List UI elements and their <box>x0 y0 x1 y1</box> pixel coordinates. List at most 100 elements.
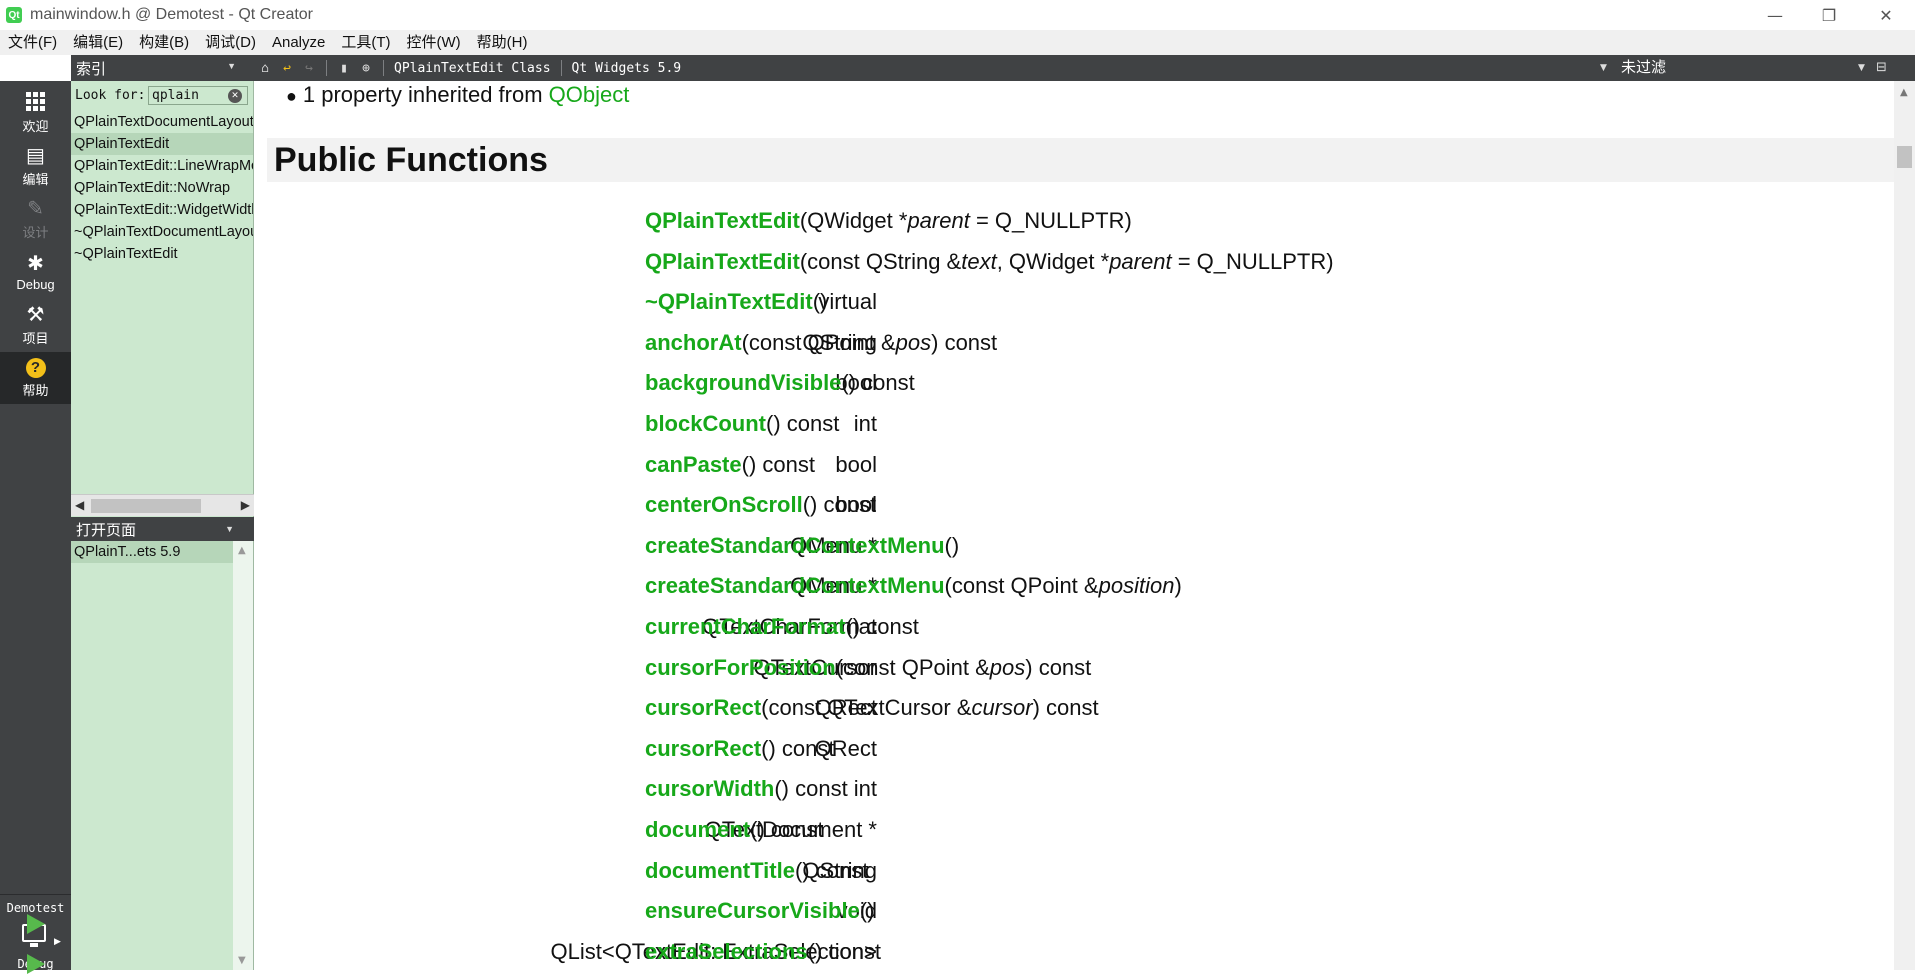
scrollbar-thumb[interactable] <box>91 499 201 513</box>
forward-arrow-icon[interactable]: ↪ <box>298 61 320 76</box>
scrollbar-thumb[interactable] <box>1897 146 1912 168</box>
menu-file[interactable]: 文件(F) <box>0 30 65 55</box>
mode-projects[interactable]: ⚒ 项目 <box>0 299 71 351</box>
split-sidebar-button[interactable] <box>226 55 254 81</box>
index-list: QPlainTextDocumentLayout QPlainTextEdit QP… <box>71 111 253 494</box>
function-name-link[interactable]: createStandardContextMenu <box>645 533 945 558</box>
function-signature: anchorAt(const QPoint &pos) const <box>645 330 997 356</box>
function-signature: createStandardContextMenu() <box>645 533 959 559</box>
filter-combo[interactable]: 未过滤 <box>1621 55 1666 81</box>
scroll-up-icon[interactable]: ▲ <box>1900 87 1908 98</box>
menu-analyze[interactable]: Analyze <box>264 30 333 55</box>
function-name-link[interactable]: extraSelections <box>645 939 808 964</box>
mode-design[interactable]: ✎ 设计 <box>0 193 71 245</box>
kit-selector-arrow-icon[interactable]: ▶ <box>54 937 61 947</box>
home-icon[interactable]: ⌂ <box>254 61 276 76</box>
function-name-link[interactable]: blockCount <box>645 411 766 436</box>
mode-debug[interactable]: ✱ Debug <box>0 246 71 298</box>
menu-build[interactable]: 构建(B) <box>131 30 197 55</box>
function-name-link[interactable]: ensureCursorVisible <box>645 898 860 923</box>
signature-text: ) const <box>1032 695 1099 721</box>
function-name-link[interactable]: currentCharFormat <box>645 614 845 639</box>
return-type: int <box>853 776 877 802</box>
signature-text: (const QString & <box>799 248 962 274</box>
function-name-link[interactable]: backgroundVisible <box>645 370 841 395</box>
mode-edit[interactable]: ▤ 编辑 <box>0 140 71 192</box>
function-name-link[interactable]: centerOnScroll <box>645 492 803 517</box>
menu-edit[interactable]: 编辑(E) <box>65 30 131 55</box>
vertical-scrollbar[interactable]: ▲ ▼ <box>233 541 253 970</box>
clear-icon[interactable]: ✕ <box>228 89 242 103</box>
index-item[interactable]: QPlainTextEdit::WidgetWidth <box>71 199 253 221</box>
sidebar-header-label: 索引 <box>76 60 107 78</box>
mode-help[interactable]: ? 帮助 <box>0 352 71 404</box>
function-name-link[interactable]: document <box>645 817 750 842</box>
menu-help[interactable]: 帮助(H) <box>469 30 536 55</box>
function-row: bool backgroundVisible() const <box>254 361 1894 402</box>
back-arrow-icon[interactable]: ↩ <box>276 61 298 76</box>
open-page-item[interactable]: QPlainT...ets 5.9 <box>71 541 233 563</box>
function-signature: document() const <box>645 817 823 843</box>
function-row: QRect cursorRect(const QTextCursor &curso… <box>254 686 1894 727</box>
split-view-icon[interactable]: ⊟ <box>1876 55 1887 81</box>
signature-text: (const QPoint & <box>944 573 1099 599</box>
menu-debug[interactable]: 调试(D) <box>197 30 264 55</box>
function-name-link[interactable]: QPlainTextEdit <box>645 249 800 274</box>
mode-label: 项目 <box>22 330 49 346</box>
run-button[interactable] <box>27 914 45 934</box>
signature-text: (const QTextCursor & <box>761 695 972 721</box>
globe-icon[interactable]: ⊕ <box>355 61 377 76</box>
chevron-down-icon[interactable]: ▼ <box>1858 55 1865 81</box>
function-name-link[interactable]: cursorWidth <box>645 776 774 801</box>
function-name-link[interactable]: ~QPlainTextEdit <box>645 289 813 314</box>
horizontal-scrollbar[interactable]: ◀ ▶ <box>71 494 254 516</box>
signature-text: (const QPoint & <box>741 329 896 355</box>
function-name-link[interactable]: cursorRect <box>645 736 761 761</box>
index-item[interactable]: QPlainTextEdit <box>71 133 253 155</box>
signature-text: () <box>859 898 875 924</box>
bookmark-icon[interactable]: ▮ <box>333 61 355 76</box>
signature-text: ) <box>1174 573 1182 599</box>
mode-welcome[interactable]: 欢迎 <box>0 87 71 139</box>
document-scrollbar[interactable]: ▲ <box>1894 81 1915 970</box>
signature-text: () const <box>807 938 881 964</box>
scroll-up-icon[interactable]: ▲ <box>238 545 246 556</box>
menu-tools[interactable]: 工具(T) <box>333 30 398 55</box>
scroll-down-icon[interactable]: ▼ <box>238 955 246 966</box>
function-name-link[interactable]: canPaste <box>645 452 742 477</box>
function-name-link[interactable]: QPlainTextEdit <box>645 208 800 233</box>
breadcrumb-module[interactable]: Qt Widgets 5.9 <box>568 61 686 76</box>
function-name-link[interactable]: anchorAt <box>645 330 742 355</box>
restore-button[interactable]: ❐ <box>1800 0 1858 30</box>
index-item[interactable]: ~QPlainTextEdit <box>71 243 253 265</box>
qt-logo-icon: Qt <box>6 7 22 23</box>
menu-bar: 文件(F) 编辑(E) 构建(B) 调试(D) Analyze 工具(T) 控件… <box>0 30 1915 55</box>
breadcrumb-class[interactable]: QPlainTextEdit Class <box>390 61 555 76</box>
mode-label: 编辑 <box>22 171 49 187</box>
minimize-button[interactable]: — <box>1746 0 1804 30</box>
index-item[interactable]: ~QPlainTextDocumentLayout <box>71 221 253 243</box>
signature-text: = Q_NULLPTR) <box>1171 248 1334 274</box>
scroll-left-icon[interactable]: ◀ <box>75 498 84 512</box>
debug-run-button[interactable] <box>27 954 45 974</box>
qobject-link[interactable]: QObject <box>549 82 630 107</box>
function-signature: ~QPlainTextEdit() <box>645 289 827 315</box>
bug-icon: ✱ <box>27 252 44 275</box>
function-name-link[interactable]: cursorForPosition <box>645 655 836 680</box>
menu-widgets[interactable]: 控件(W) <box>399 30 469 55</box>
function-name-link[interactable]: documentTitle <box>645 858 795 883</box>
function-name-link[interactable]: createStandardContextMenu <box>645 573 945 598</box>
scroll-right-icon[interactable]: ▶ <box>241 498 250 512</box>
index-item[interactable]: QPlainTextEdit::LineWrapMode <box>71 155 253 177</box>
signature-text: QWidget * <box>807 208 908 233</box>
chevron-down-icon[interactable]: ▼ <box>1600 55 1607 81</box>
function-signature: createStandardContextMenu(const QPoint &… <box>645 573 1182 599</box>
close-button[interactable]: ✕ <box>1857 0 1915 30</box>
function-name-link[interactable]: cursorRect <box>645 695 761 720</box>
open-pages-selector[interactable]: 打开页面 ▼ <box>71 517 254 541</box>
toolbar-separator <box>560 60 562 76</box>
signature-text: (const QPoint & <box>835 654 990 680</box>
index-item[interactable]: QPlainTextEdit::NoWrap <box>71 177 253 199</box>
kit-project-name: Demotest <box>6 901 65 915</box>
index-item[interactable]: QPlainTextDocumentLayout <box>71 111 253 133</box>
